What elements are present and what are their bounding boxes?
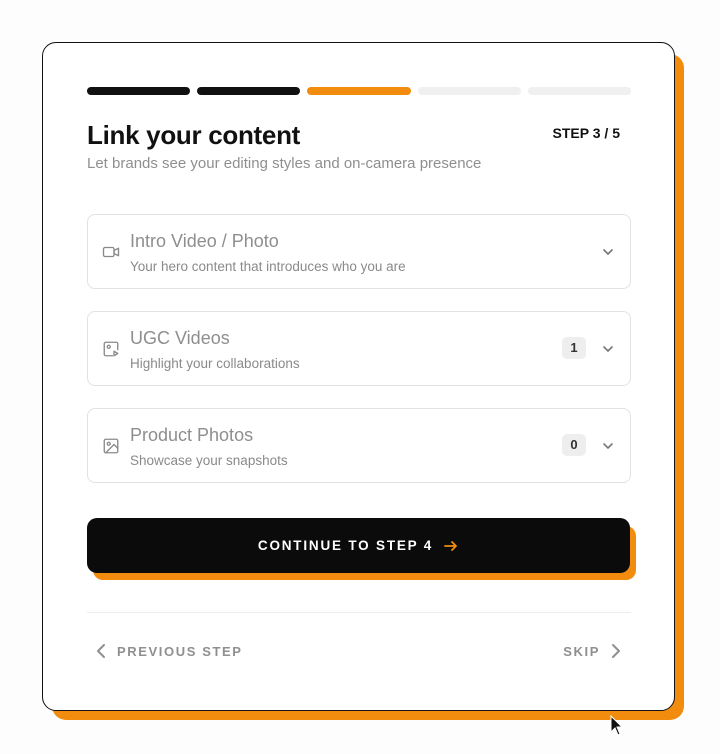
section-ugc-videos[interactable]: UGC Videos Highlight your collaborations… bbox=[87, 311, 631, 386]
page-title: Link your content bbox=[87, 120, 301, 150]
step-counter: STEP 3 / 5 bbox=[552, 125, 620, 141]
divider bbox=[87, 612, 631, 613]
media-play-icon bbox=[103, 341, 119, 357]
section-title: UGC Videos bbox=[130, 328, 230, 348]
chevron-down-icon[interactable] bbox=[602, 343, 614, 355]
section-product-photos[interactable]: Product Photos Showcase your snapshots 0 bbox=[87, 408, 631, 483]
chevron-left-icon bbox=[97, 644, 105, 658]
section-title: Product Photos bbox=[130, 425, 254, 445]
section-title: Intro Video / Photo bbox=[130, 231, 279, 251]
arrow-right-icon bbox=[444, 540, 457, 551]
section-description: Highlight your collaborations bbox=[130, 356, 300, 371]
skip-label: SKIP bbox=[563, 643, 600, 659]
video-camera-icon bbox=[102, 246, 120, 258]
page-subtitle: Let brands see your editing styles and o… bbox=[87, 155, 482, 172]
section-description: Showcase your snapshots bbox=[130, 453, 288, 468]
section-description: Your hero content that introduces who yo… bbox=[130, 259, 406, 274]
continue-button[interactable]: CONTINUE TO STEP 4 bbox=[87, 518, 630, 573]
item-count-badge: 0 bbox=[562, 434, 586, 456]
section-intro-video[interactable]: Intro Video / Photo Your hero content th… bbox=[87, 214, 631, 289]
chevron-right-icon bbox=[612, 644, 620, 658]
progress-segment-2 bbox=[197, 87, 301, 95]
progress-segment-5 bbox=[527, 87, 632, 95]
previous-step-button[interactable]: PREVIOUS STEP bbox=[95, 643, 243, 659]
continue-button-label: CONTINUE TO STEP 4 bbox=[257, 538, 434, 553]
chevron-down-icon[interactable] bbox=[602, 246, 614, 258]
progress-bar bbox=[87, 87, 632, 95]
progress-segment-4 bbox=[417, 87, 521, 95]
progress-segment-3 bbox=[307, 87, 411, 95]
previous-step-label: PREVIOUS STEP bbox=[117, 643, 243, 659]
chevron-down-icon[interactable] bbox=[602, 440, 614, 452]
image-icon bbox=[103, 438, 119, 454]
progress-segment-1 bbox=[87, 87, 191, 95]
item-count-badge: 1 bbox=[562, 337, 586, 359]
skip-button[interactable]: SKIP bbox=[563, 643, 622, 659]
onboarding-card: Link your content STEP 3 / 5 Let brands … bbox=[42, 42, 675, 711]
mouse-cursor-icon bbox=[610, 715, 624, 736]
